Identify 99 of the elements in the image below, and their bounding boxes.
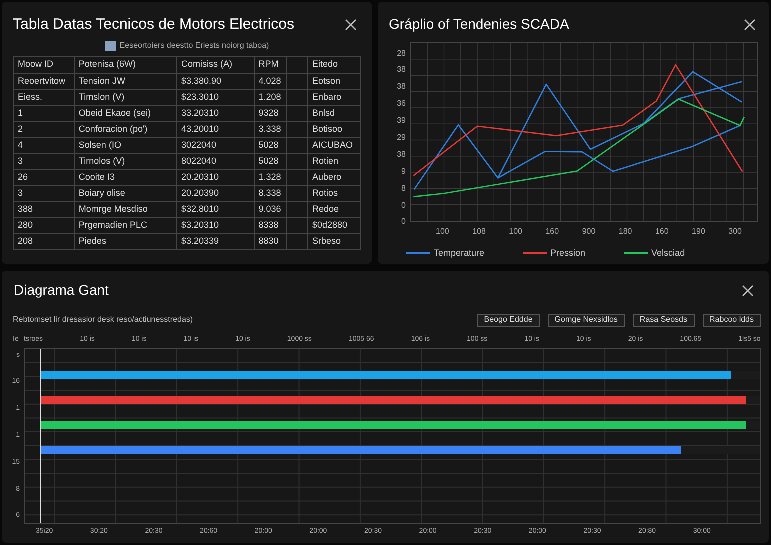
table-cell: Reoertvitow [14, 73, 74, 90]
axis-label: 39 [397, 117, 406, 126]
legend-label: Velsciad [652, 246, 686, 260]
toolbar-button[interactable]: Rabcoo ldds [702, 314, 761, 326]
close-icon [744, 18, 756, 31]
table-cell: 4 [14, 137, 74, 154]
column-header: Comisiss (A) [176, 56, 254, 74]
table-cell: Obeid Ekaoe (sei) [74, 105, 177, 122]
table-cell: $23.3010 [176, 89, 254, 106]
table-cell: Redoe [308, 201, 360, 218]
panel-title: Diagrama Gant [14, 282, 109, 300]
column-header: Potenisa (6W) [74, 56, 177, 74]
table-cell: 3022040 [176, 137, 254, 154]
table-cell: $3.20310 [176, 217, 254, 234]
table-cell: 5028 [254, 137, 287, 154]
table-cell: 9328 [254, 105, 287, 122]
table-cell: Solsen (IO [74, 137, 177, 154]
table-cell: $3.20339 [176, 233, 254, 250]
table-cell: Rotios [308, 185, 360, 202]
table-cell: Rotien [308, 153, 360, 170]
axis-label: 100 [436, 226, 450, 238]
table-cell: Botisoo [308, 121, 360, 138]
axis-label: 300 [728, 226, 742, 238]
axis-label: 38 [397, 150, 406, 159]
table-cell: 1 [14, 105, 74, 122]
toolbar-button[interactable]: Rasa Seosds [632, 314, 695, 326]
table-cell: 8.338 [254, 185, 287, 202]
column-header: Moow ID [14, 56, 74, 74]
axis-label: 38 [397, 83, 406, 92]
subtitle-text: Rebtomset lir dresasior desk reso/actiunesstredas) [13, 314, 194, 326]
table-cell: Aubero [308, 169, 360, 186]
toolbar-button[interactable]: Beogo Eddde [477, 314, 540, 326]
table-cell: Eiess. [14, 89, 74, 106]
table-cell: Srbeso [308, 233, 360, 250]
table-cell: 9.036 [254, 201, 287, 218]
table-cell: 8338 [254, 217, 287, 234]
table-cell: Momrge Mesdiso [74, 201, 177, 218]
table-cell: 8830 [254, 233, 287, 250]
table-cell: $0d2880 [308, 217, 360, 234]
axis-label: 28 [397, 50, 406, 58]
toolbar-button[interactable]: Gomge Nexsidlos [548, 314, 625, 326]
table-cell: 4.028 [254, 73, 287, 90]
close-icon [742, 284, 754, 297]
axis-label: 108 [472, 226, 486, 238]
axis-label: 160 [546, 226, 560, 238]
axis-label: 900 [582, 226, 596, 238]
close-button[interactable] [743, 18, 757, 32]
legend-label: Temperature [434, 246, 485, 260]
table-cell: Enbaro [308, 89, 360, 106]
table-cell: 20.20390 [176, 185, 254, 202]
table-cell: Tension JW [74, 73, 177, 90]
legend-label: Eeseortoiers deestto Eriests noiorg taboa) [120, 40, 270, 52]
table-cell: Conforacion (po') [74, 121, 177, 138]
axis-label: 0 [402, 202, 406, 210]
column-header: RPM [254, 56, 287, 74]
table-cell: Bnlsd [308, 105, 360, 122]
table-cell: 2 [14, 121, 74, 138]
table-cell: 33.20310 [176, 105, 254, 122]
table-cell: 3 [14, 153, 74, 170]
table-cell: 43.20010 [176, 121, 254, 138]
table-cell: 1.328 [254, 169, 287, 186]
close-button[interactable] [344, 18, 358, 32]
table-cell: 1.208 [254, 89, 287, 106]
table-cell: Tirnolos (V) [74, 153, 177, 170]
table-cell: Timslon (V) [74, 89, 177, 106]
table-cell: 3.338 [254, 121, 287, 138]
table-cell: 20.20310 [176, 169, 254, 186]
axis-label: 180 [618, 226, 632, 238]
axis-label: 9 [402, 168, 406, 176]
panel-title: Tabla Datas Tecnicos de Motors Electricos [13, 16, 295, 35]
table-cell: $32.8010 [176, 201, 254, 218]
axis-label: 100 [509, 226, 523, 238]
table-cell: AICUBAO [308, 137, 360, 154]
table-cell: Boiary olise [74, 185, 177, 202]
column-header: Eitedo [308, 56, 360, 74]
close-button[interactable] [741, 284, 755, 298]
table-cell: 5028 [254, 153, 287, 170]
close-icon [345, 19, 357, 32]
axis-label: 38 [397, 66, 406, 74]
table-cell: $3.380.90 [176, 73, 254, 90]
table-cell: Cooite I3 [74, 169, 177, 186]
axis-label: 29 [397, 134, 406, 142]
table-cell: 3 [14, 185, 74, 202]
legend-label: Pression [550, 246, 586, 260]
table-cell: 280 [14, 217, 74, 234]
axis-label: 190 [692, 226, 706, 238]
axis-label: 160 [655, 226, 669, 238]
table-cell: 26 [14, 169, 74, 186]
panel-title: Gráplio of Tendenies SCADA [389, 16, 570, 34]
axis-label: 36 [397, 100, 406, 108]
axis-label: 8 [402, 184, 406, 193]
table-cell: Prgemadien PLC [74, 217, 177, 234]
legend-swatch [104, 40, 116, 51]
table-cell: Eotson [308, 73, 360, 90]
table-cell: 208 [14, 233, 74, 250]
axis-label: 0 [402, 218, 406, 226]
table-cell: 8022040 [176, 153, 254, 170]
table-cell: 388 [14, 201, 74, 218]
table-cell: Piedes [74, 233, 177, 250]
